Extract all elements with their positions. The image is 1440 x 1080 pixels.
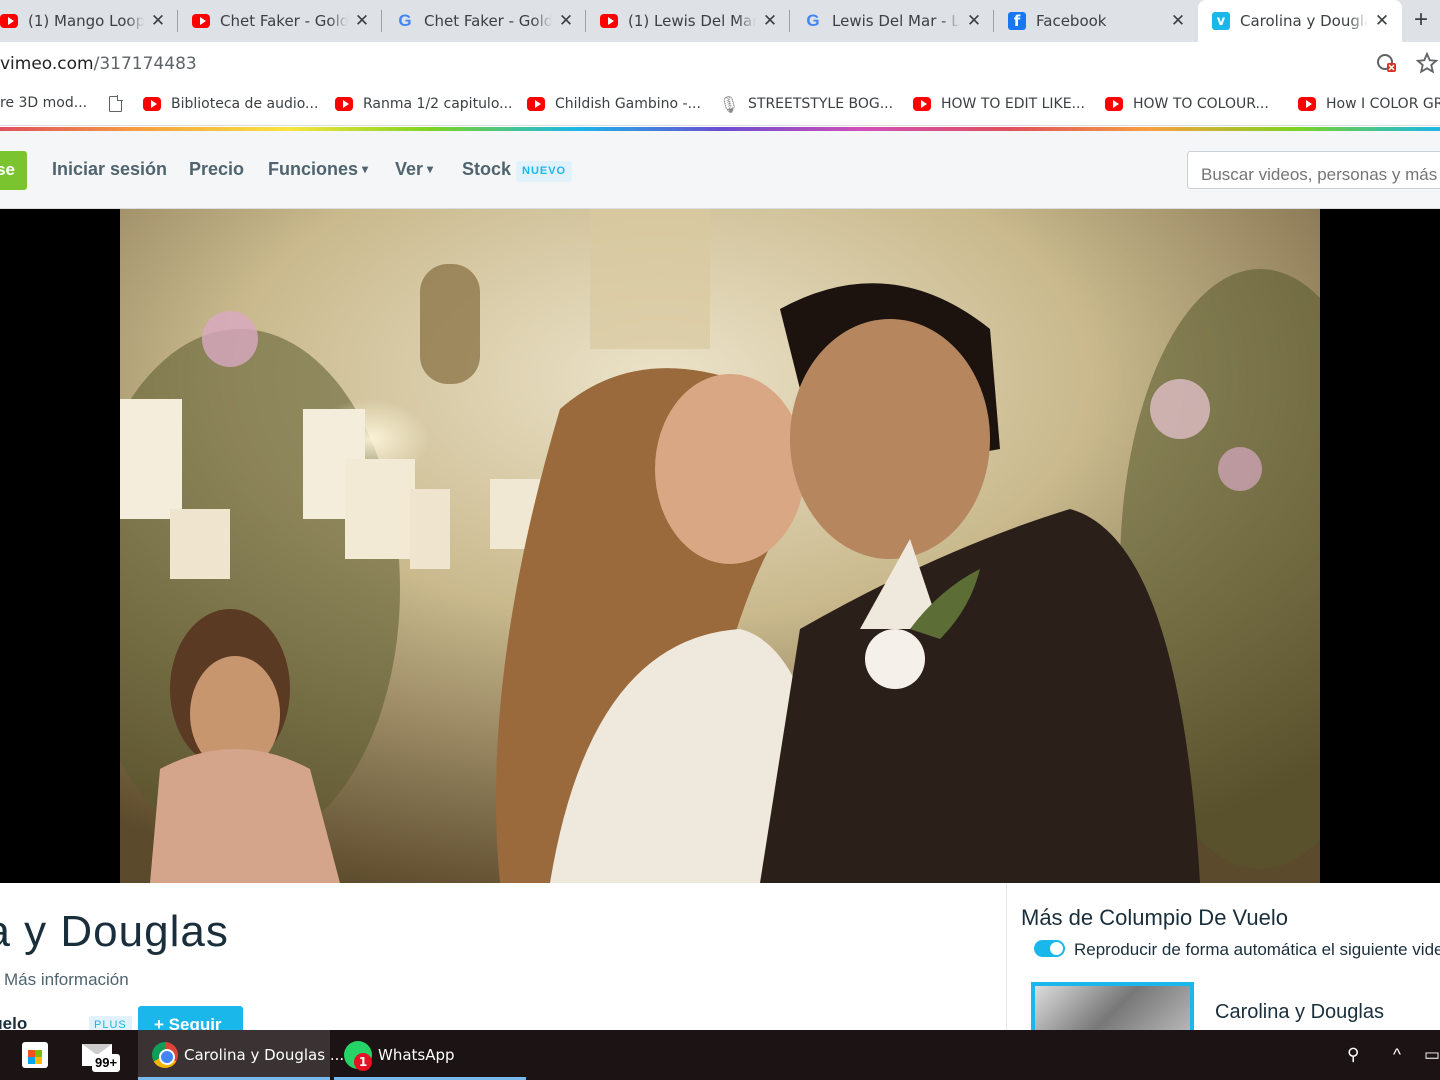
google-icon: G	[398, 11, 412, 30]
bookmark-item[interactable]: How I COLOR GR	[1298, 95, 1440, 113]
tab-title: Chet Faker - Gold -	[424, 12, 552, 30]
taskbar: 99+ Carolina y Douglas ... 1 WhatsApp ⚲ …	[0, 1030, 1440, 1080]
tab-title: Facebook	[1036, 12, 1107, 30]
bookmark-item[interactable]: 🎙 STREETSTYLE BOG...	[718, 94, 893, 114]
network-icon[interactable]: ▭	[1424, 1045, 1440, 1065]
url-text[interactable]: vimeo.com/317174483	[0, 54, 197, 74]
youtube-icon	[600, 12, 618, 30]
chevron-up-icon[interactable]: ^	[1393, 1045, 1401, 1065]
bookmark-item[interactable]: Ranma 1/2 capitulo...	[335, 95, 513, 113]
google-icon: G	[806, 11, 820, 30]
close-icon[interactable]: ✕	[150, 13, 166, 30]
more-from-heading: Más de Columpio De Vuelo	[1021, 905, 1288, 930]
youtube-icon	[192, 12, 210, 30]
chevron-down-icon: ▾	[427, 162, 434, 176]
bookmark-item[interactable]: HOW TO EDIT LIKE...	[913, 95, 1085, 113]
close-icon[interactable]: ✕	[354, 13, 370, 30]
tab-title: (1) Mango Loops DJ	[28, 12, 144, 30]
tab-title: Carolina y Douglas	[1240, 12, 1368, 30]
vimeo-topnav: se Iniciar sesión Precio Funciones ▾ Ver ▾…	[0, 131, 1440, 209]
facebook-icon: f	[1008, 12, 1026, 30]
close-icon[interactable]: ✕	[558, 13, 574, 30]
close-icon[interactable]: ✕	[762, 13, 778, 30]
column-divider	[1006, 883, 1007, 1030]
tab-title: (1) Lewis Del Mar -	[628, 12, 756, 30]
taskbar-whatsapp[interactable]: 1 WhatsApp	[334, 1030, 526, 1080]
mail-badge: 99+	[92, 1054, 121, 1072]
browser-tab[interactable]: Chet Faker - Gold ( ✕	[178, 0, 382, 42]
search-input[interactable]	[1187, 151, 1440, 189]
vimeo-icon: v	[1212, 12, 1230, 30]
tab-title: Lewis Del Mar - Lo	[832, 12, 960, 30]
youtube-icon	[527, 95, 545, 113]
youtube-icon	[0, 12, 18, 30]
bookmark-item[interactable]	[106, 95, 134, 113]
youtube-icon	[1105, 95, 1123, 113]
taskbar-label: Carolina y Douglas ...	[184, 1046, 345, 1064]
youtube-icon	[143, 95, 161, 113]
bookmark-item[interactable]: Childish Gambino -...	[527, 95, 701, 113]
document-icon	[106, 95, 124, 113]
video-title: na y Douglas	[0, 907, 229, 956]
new-badge: NUEVO	[516, 161, 573, 182]
youtube-icon	[335, 95, 353, 113]
people-icon[interactable]: ⚲	[1347, 1045, 1359, 1065]
bookmark-item[interactable]: re 3D mod...	[0, 95, 87, 111]
whatsapp-icon: 1	[344, 1041, 372, 1071]
tab-strip: (1) Mango Loops DJ ✕ Chet Faker - Gold (…	[0, 0, 1440, 42]
browser-tab-active[interactable]: v Carolina y Douglas ✕	[1198, 0, 1402, 42]
join-button[interactable]: se	[0, 151, 27, 190]
close-icon[interactable]: ✕	[966, 13, 982, 30]
browser-tab[interactable]: (1) Mango Loops DJ ✕	[0, 0, 178, 42]
close-icon[interactable]: ✕	[1374, 13, 1390, 30]
pricing-link[interactable]: Precio	[189, 159, 244, 180]
address-bar[interactable]: vimeo.com/317174483	[0, 42, 1440, 84]
tab-title: Chet Faker - Gold (	[220, 12, 348, 30]
autoplay-label: Reproducir de forma automática el siguie…	[1074, 940, 1440, 959]
video-player[interactable]	[0, 209, 1440, 883]
taskbar-label: WhatsApp	[378, 1046, 455, 1064]
extension-blocked-icon[interactable]	[1376, 52, 1398, 74]
youtube-icon	[913, 95, 931, 113]
autoplay-toggle[interactable]	[1034, 940, 1065, 957]
watch-menu[interactable]: Ver ▾	[395, 159, 433, 180]
stock-link[interactable]: Stock	[462, 159, 511, 180]
microphone-icon: 🎙	[718, 94, 740, 114]
bookmark-item[interactable]: HOW TO COLOUR...	[1105, 95, 1269, 113]
video-details: na y Douglas Más información o De Vuelo …	[0, 883, 1440, 1046]
browser-tab[interactable]: G Lewis Del Mar - Lo ✕	[790, 0, 994, 42]
star-icon[interactable]	[1416, 52, 1438, 74]
bookmark-item[interactable]: Biblioteca de audio...	[143, 95, 318, 113]
youtube-icon	[1298, 95, 1316, 113]
next-video-title[interactable]: Carolina y Douglas	[1215, 1001, 1384, 1024]
taskbar-chrome[interactable]: Carolina y Douglas ...	[138, 1030, 344, 1080]
features-menu[interactable]: Funciones ▾	[268, 159, 368, 180]
bookmarks-bar: re 3D mod... Biblioteca de audio... Ranm…	[0, 84, 1440, 126]
whatsapp-badge: 1	[354, 1053, 372, 1071]
browser-tab[interactable]: f Facebook ✕	[994, 0, 1198, 42]
more-info-link[interactable]: Más información	[4, 970, 129, 990]
browser-tab[interactable]: G Chet Faker - Gold - ✕	[382, 0, 586, 42]
video-frame[interactable]	[120, 209, 1320, 883]
browser-tab[interactable]: (1) Lewis Del Mar - ✕	[586, 0, 790, 42]
login-link[interactable]: Iniciar sesión	[52, 159, 167, 180]
new-tab-button[interactable]: +	[1414, 8, 1428, 32]
chevron-down-icon: ▾	[362, 162, 369, 176]
close-icon[interactable]: ✕	[1170, 13, 1186, 30]
chrome-icon	[152, 1042, 178, 1068]
store-icon[interactable]	[22, 1042, 48, 1068]
